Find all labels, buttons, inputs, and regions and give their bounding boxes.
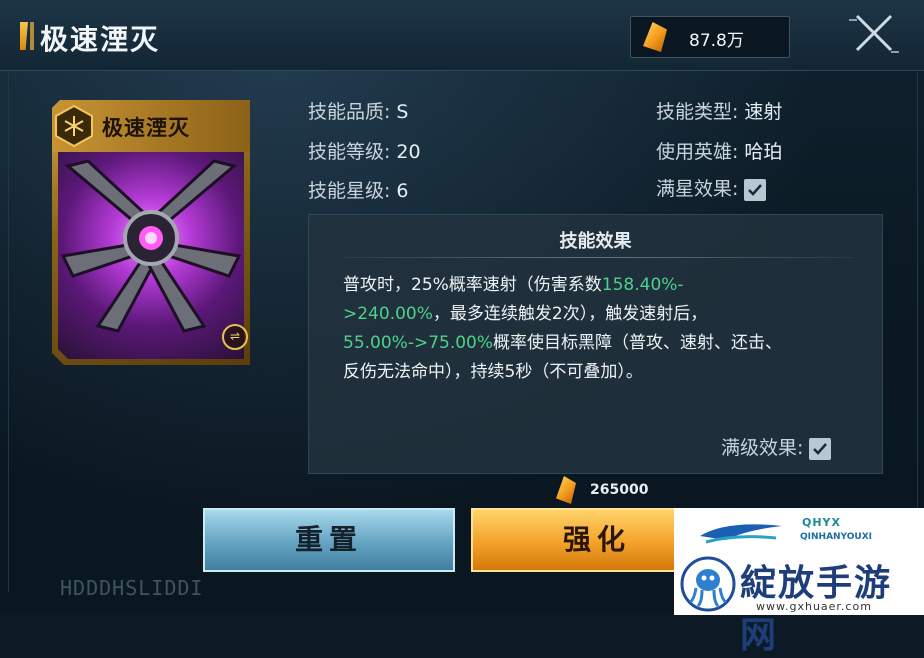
effect-text-2b: ，最多连续触发2次），触发速射后， bbox=[432, 304, 708, 324]
info-level-value: 20 bbox=[396, 141, 421, 163]
reset-button-label: 重置 bbox=[294, 523, 363, 556]
info-quality-label: 技能品质: bbox=[308, 101, 391, 123]
watermark: QHYX QINHANYOUXI 綻放手游网 www.gxhuaer.com bbox=[674, 508, 924, 656]
close-button[interactable] bbox=[845, 8, 903, 60]
info-type: 技能类型: 速射 bbox=[656, 97, 782, 124]
header-bar: 极速湮灭 87.8万 bbox=[0, 0, 924, 71]
info-quality: 技能品质: S bbox=[308, 97, 408, 124]
currency-display: 87.8万 bbox=[630, 16, 790, 58]
info-hero: 使用英雄: 哈珀 bbox=[656, 137, 782, 164]
effect-text-3b: 概率使目标黑障（普攻、速射、还击、 bbox=[493, 333, 783, 353]
skill-emblem-icon bbox=[55, 104, 93, 148]
max-level-checkbox[interactable] bbox=[809, 437, 832, 460]
currency-value: 87.8万 bbox=[689, 31, 744, 51]
info-maxstar: 满星效果: bbox=[656, 174, 767, 201]
info-star: 技能星级: 6 bbox=[308, 176, 409, 203]
maxstar-checkbox[interactable] bbox=[744, 178, 767, 201]
effect-title: 技能效果 bbox=[559, 231, 632, 252]
effect-text-4: 反伤无法命中），持续5秒（不可叠加）。 bbox=[343, 362, 643, 382]
skill-effect-panel: 技能效果 普攻时，25%概率速射（伤害系数158.40%- >240.00%，最… bbox=[308, 214, 883, 474]
effect-divider bbox=[343, 257, 853, 258]
info-maxstar-label: 满星效果: bbox=[656, 178, 739, 200]
info-type-label: 技能类型: bbox=[656, 101, 739, 123]
max-level-effect: 满级效果: bbox=[721, 433, 832, 460]
effect-text-2a: >240.00% bbox=[343, 304, 433, 324]
effect-text-3a: 55.00%->75.00% bbox=[343, 333, 494, 353]
watermark-brand: QHYX bbox=[802, 516, 842, 529]
page-title: 极速湮灭 bbox=[40, 23, 161, 56]
title-accent-secondary bbox=[30, 22, 34, 50]
watermark-url: www.gxhuaer.com bbox=[756, 600, 872, 613]
info-hero-label: 使用英雄: bbox=[656, 141, 739, 163]
skill-card-name: 极速湮灭 bbox=[102, 116, 190, 140]
check-icon bbox=[748, 183, 763, 196]
effect-text-1a: 普攻时，25%概率速射（伤害系数 bbox=[343, 275, 602, 295]
title-accent bbox=[20, 22, 28, 50]
watermark-brand-sub: QINHANYOUXI bbox=[800, 532, 873, 542]
info-type-value: 速射 bbox=[744, 101, 783, 123]
crystal-icon bbox=[643, 22, 667, 52]
info-star-value: 6 bbox=[396, 180, 409, 202]
double-chevron-icon: ⇌ bbox=[222, 324, 248, 350]
effect-description: 普攻时，25%概率速射（伤害系数158.40%- >240.00%，最多连续触发… bbox=[343, 271, 853, 387]
reset-button[interactable]: 重置 bbox=[203, 508, 455, 572]
info-level-label: 技能等级: bbox=[308, 141, 391, 163]
octopus-icon bbox=[680, 556, 736, 612]
check-icon bbox=[813, 442, 828, 455]
effect-text-1b: 158.40%- bbox=[601, 275, 684, 295]
close-icon bbox=[849, 14, 899, 53]
info-level: 技能等级: 20 bbox=[308, 137, 421, 164]
footer-code: HDDDHSLIDDI bbox=[60, 576, 204, 600]
info-star-label: 技能星级: bbox=[308, 180, 391, 202]
upgrade-cost-value: 265000 bbox=[590, 482, 649, 498]
info-quality-value: S bbox=[396, 101, 409, 123]
watermark-logo bbox=[700, 524, 782, 544]
max-level-label: 满级效果: bbox=[721, 437, 804, 459]
info-hero-value: 哈珀 bbox=[744, 141, 783, 163]
